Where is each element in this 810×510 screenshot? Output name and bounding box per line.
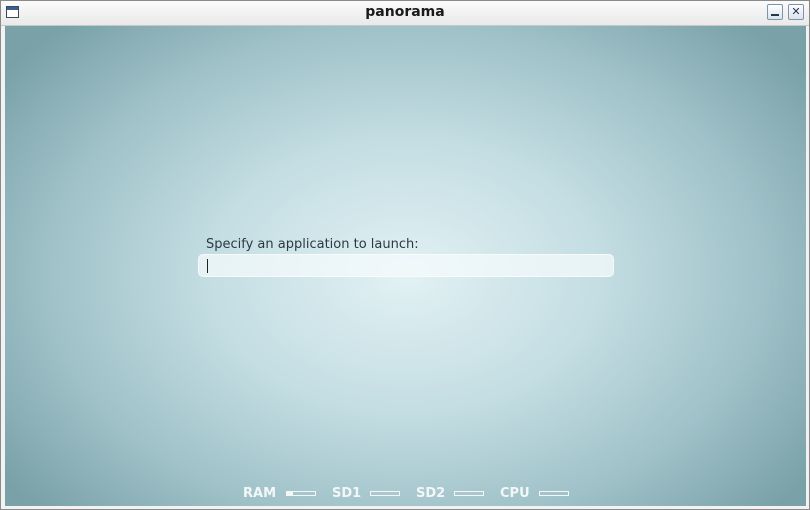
ram-meter-fill xyxy=(287,492,293,495)
cpu-label: CPU xyxy=(500,486,530,501)
minimize-button[interactable] xyxy=(767,4,783,20)
text-caret xyxy=(207,259,208,273)
launch-prompt-label: Specify an application to launch: xyxy=(206,237,419,252)
sd1-meter xyxy=(370,491,400,496)
close-icon: ✕ xyxy=(791,5,801,18)
close-button[interactable]: ✕ xyxy=(788,4,804,20)
cpu-meter xyxy=(539,491,569,496)
desktop-background: Specify an application to launch: RAM SD… xyxy=(5,26,806,506)
app-window: panorama ✕ Specify an application to lau… xyxy=(0,0,810,510)
minimize-icon xyxy=(771,14,779,16)
window-title: panorama xyxy=(365,4,445,20)
title-bar[interactable]: panorama ✕ xyxy=(1,1,809,26)
ram-meter xyxy=(286,491,316,496)
sd2-meter xyxy=(454,491,484,496)
launch-input[interactable] xyxy=(198,254,614,277)
sd2-label: SD2 xyxy=(416,486,446,501)
ram-label: RAM xyxy=(243,486,277,501)
sd1-label: SD1 xyxy=(332,486,362,501)
